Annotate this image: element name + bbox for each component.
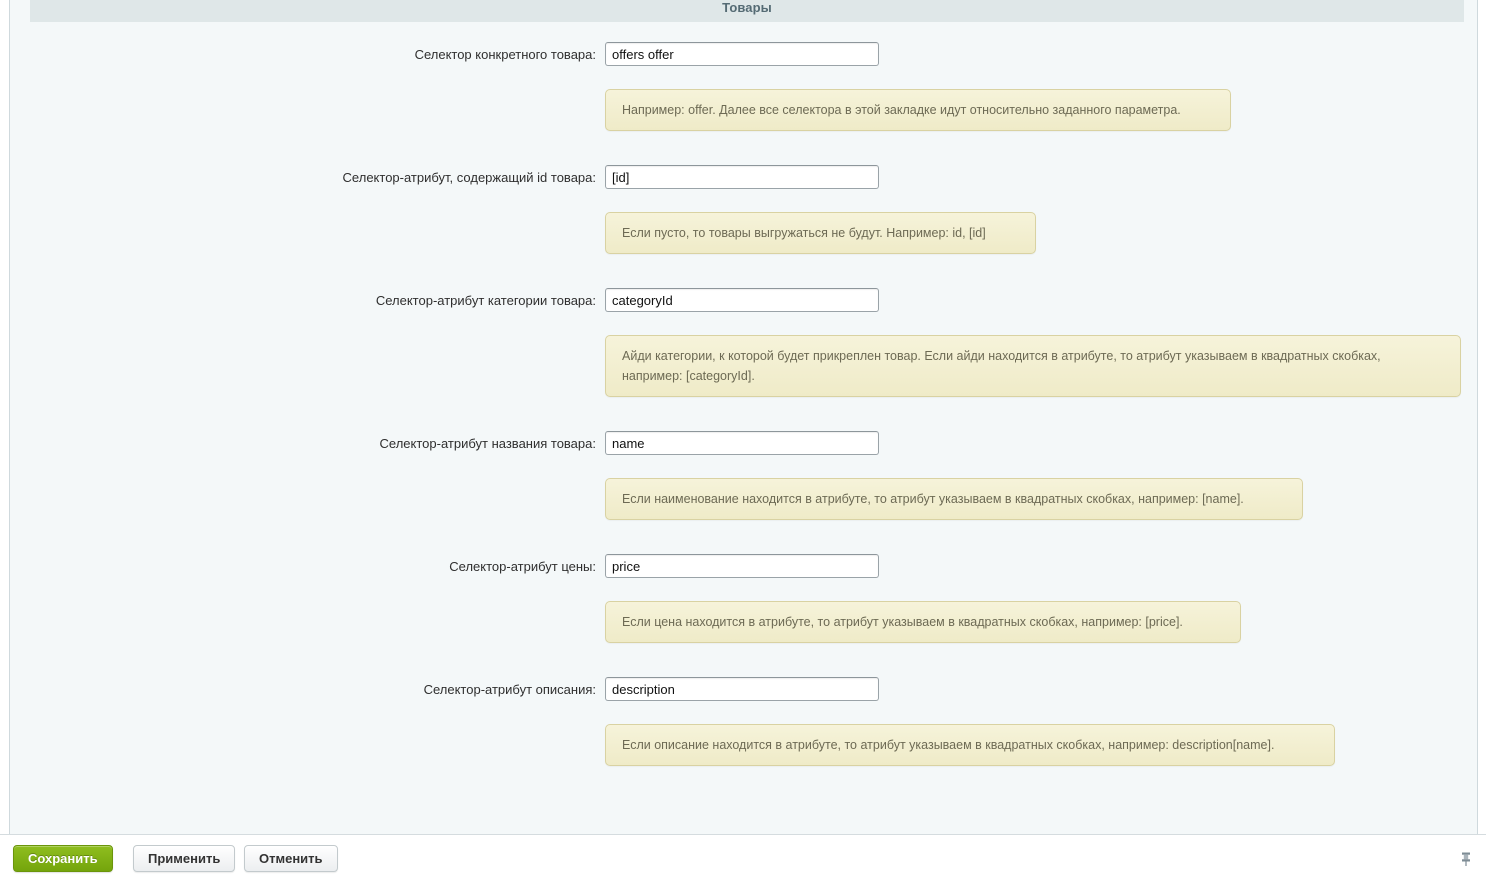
bottom-toolbar: Сохранить Применить Отменить — [0, 834, 1486, 880]
product-description-selector-hint: Если описание находится в атрибуте, то а… — [605, 724, 1335, 766]
product-id-selector-input[interactable] — [605, 165, 879, 189]
settings-page: Товары Селектор конкретного товара: Напри… — [0, 0, 1486, 880]
product-name-selector-input[interactable] — [605, 431, 879, 455]
cancel-button[interactable]: Отменить — [244, 845, 338, 872]
product-id-selector-hint: Если пусто, то товары выгружаться не буд… — [605, 212, 1036, 254]
product-price-selector-hint: Если цена находится в атрибуте, то атриб… — [605, 601, 1241, 643]
save-button[interactable]: Сохранить — [13, 845, 113, 872]
product-description-selector-input[interactable] — [605, 677, 879, 701]
product-price-selector-input[interactable] — [605, 554, 879, 578]
settings-scroll-pane[interactable]: Товары Селектор конкретного товара: Напри… — [9, 0, 1478, 834]
product-selector-input[interactable] — [605, 42, 879, 66]
product-category-selector-hint: Айди категории, к которой будет прикрепл… — [605, 335, 1461, 397]
page-title: Товары — [722, 0, 772, 15]
section-header: Товары — [30, 0, 1464, 22]
product-description-selector-label: Селектор-атрибут описания: — [423, 682, 596, 697]
product-category-selector-label: Селектор-атрибут категории товара: — [375, 293, 596, 308]
pushpin-icon[interactable] — [1457, 850, 1475, 868]
product-name-selector-hint: Если наименование находится в атрибуте, … — [605, 478, 1303, 520]
apply-button[interactable]: Применить — [133, 845, 236, 872]
product-id-selector-label: Селектор-атрибут, содержащий id товара: — [342, 170, 596, 185]
product-selector-label: Селектор конкретного товара: — [414, 47, 596, 62]
product-category-selector-input[interactable] — [605, 288, 879, 312]
product-name-selector-label: Селектор-атрибут названия товара: — [379, 436, 596, 451]
product-selector-hint: Например: offer. Далее все селектора в э… — [605, 89, 1231, 131]
product-price-selector-label: Селектор-атрибут цены: — [449, 559, 596, 574]
